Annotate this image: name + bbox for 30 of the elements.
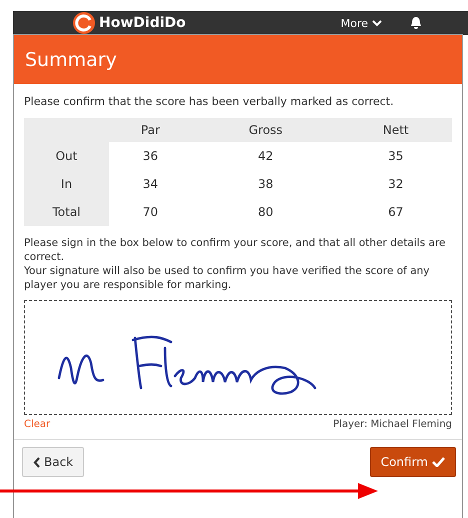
- notification-bell-icon[interactable]: [410, 16, 422, 30]
- column-header: Par: [109, 118, 192, 142]
- instruction-text: Please sign in the box below to confirm your score, and that all other details are correct.: [24, 236, 446, 264]
- table-cell-text: 80: [257, 204, 274, 221]
- logo-icon[interactable]: [73, 12, 95, 34]
- checkmark-icon: [432, 457, 445, 467]
- back-button[interactable]: Back: [22, 447, 84, 477]
- table-cell: 42: [192, 142, 340, 170]
- chevron-left-icon: [33, 456, 40, 468]
- table-cell: 35: [339, 142, 452, 170]
- table-cell: 70: [109, 198, 192, 226]
- table-cell-text: 32: [387, 176, 404, 193]
- row-header: In: [24, 170, 109, 198]
- player-name: Player: Michael Fleming: [333, 419, 452, 430]
- column-header: Nett: [339, 118, 452, 142]
- intro-text: Please confirm that the score has been verbally marked as correct.: [24, 95, 395, 108]
- dialog-title: Summary: [25, 48, 117, 70]
- confirm-button[interactable]: Confirm: [370, 447, 456, 477]
- chevron-down-icon: [372, 20, 382, 26]
- row-header: Total: [24, 198, 109, 226]
- instruction-text: Your signature will also be used to confirm you have verified the score of any player you are responsible for marking.: [24, 264, 431, 292]
- table-cell: 36: [109, 142, 192, 170]
- more-menu[interactable]: More: [340, 16, 382, 30]
- table-cell-text: 67: [387, 204, 404, 221]
- signature-pad[interactable]: [24, 300, 452, 415]
- logo-text[interactable]: HowDidiDo: [99, 15, 186, 31]
- table-cell-text: 38: [257, 176, 274, 193]
- row-header: Out: [24, 142, 109, 170]
- column-header: Gross: [192, 118, 340, 142]
- table-cell: 34: [109, 170, 192, 198]
